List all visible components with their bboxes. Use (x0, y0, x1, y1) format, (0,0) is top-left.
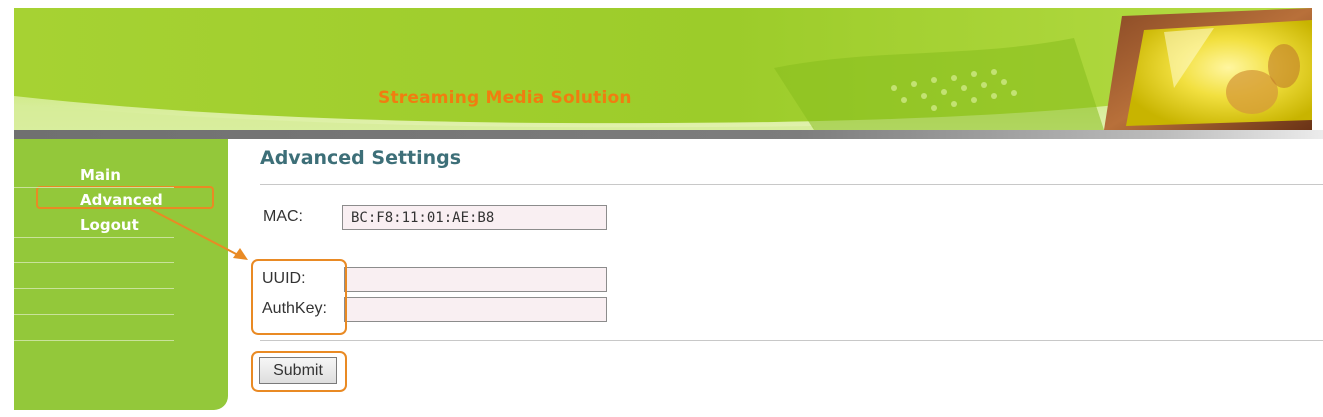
sidebar-item-main[interactable]: Main (80, 166, 121, 184)
sidebar-divider (14, 288, 174, 289)
sidebar-divider (14, 237, 174, 238)
banner-divider (14, 130, 1323, 139)
mac-label: MAC: (263, 208, 303, 225)
sidebar-divider (14, 262, 174, 263)
advanced-highlight-box (36, 186, 214, 209)
content-divider (260, 184, 1323, 185)
authkey-field[interactable] (344, 297, 607, 322)
sidebar-divider (14, 314, 174, 315)
sidebar-divider (14, 340, 174, 341)
brand-title: Streaming Media Solution (378, 88, 632, 108)
arrowhead-icon (233, 248, 248, 260)
sidebar-divider (14, 187, 174, 188)
header-banner: Streaming Media Solution (14, 8, 1312, 130)
submit-highlight-box (251, 351, 347, 392)
uuid-field[interactable] (344, 267, 607, 292)
sidebar: Main Advanced Logout (14, 139, 228, 410)
content-divider (260, 340, 1323, 341)
page: Streaming Media Solution Main Advanced L… (0, 0, 1323, 417)
banner-graphic (14, 8, 1312, 130)
uuid-authkey-highlight-box (251, 259, 347, 335)
page-title: Advanced Settings (260, 147, 462, 169)
sidebar-item-logout[interactable]: Logout (80, 216, 139, 234)
mac-field[interactable] (342, 205, 607, 230)
